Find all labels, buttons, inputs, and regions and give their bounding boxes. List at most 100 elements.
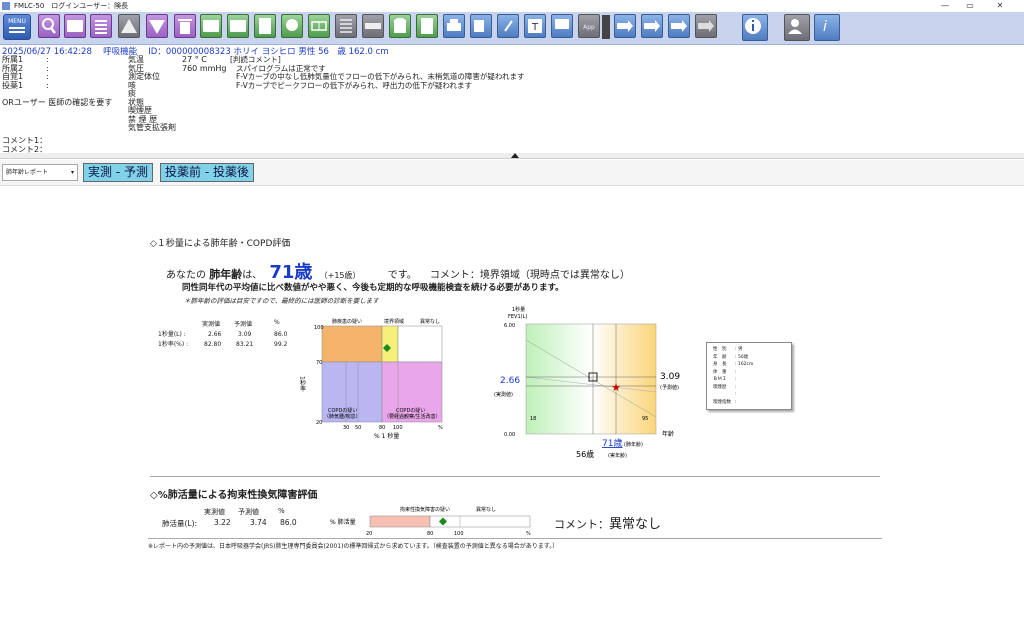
lung-age-star-icon: ★ — [611, 381, 621, 394]
row-percent: 99.2 — [274, 341, 288, 348]
patient-info-area: 2025/06/27 16:42:28 呼吸機能 ID：000000008323… — [0, 45, 1024, 153]
app-icon-label: App — [583, 24, 595, 31]
edit-or-icon[interactable] — [200, 14, 222, 38]
th-predicted: 予測値 — [234, 321, 253, 328]
add-doc-icon[interactable] — [416, 14, 438, 38]
splitter-arrow-icon — [511, 153, 519, 158]
monitor-icon[interactable] — [551, 14, 573, 38]
profile-key: ＢＭＩ — [713, 377, 727, 382]
splitter[interactable] — [0, 153, 1024, 159]
vc-th: 実測値 — [204, 508, 225, 516]
row-measured: 82.80 — [204, 341, 222, 348]
info-left-item: ORユーザー 医師の確認を要す — [2, 97, 113, 107]
menu-label: MENU — [8, 18, 26, 25]
arrow4-icon[interactable] — [695, 14, 717, 38]
print-preview-icon[interactable] — [470, 14, 492, 38]
measured-label: (実測値) — [494, 391, 513, 398]
grid-icon[interactable] — [308, 14, 330, 38]
ifno-icon[interactable]: i — [814, 14, 840, 41]
judge-line: F-Vカーブでピークフローの低下がみられ、呼出力の低下が疑われます — [236, 80, 472, 90]
close-button[interactable]: ✕ — [990, 0, 1010, 12]
copd-zone-normal — [397, 325, 443, 363]
copd-top-label: 異常なし — [420, 318, 440, 325]
age-x-left: 18 — [530, 416, 536, 422]
magnifier-icon[interactable] — [38, 14, 60, 38]
up-triangle-icon[interactable] — [118, 14, 140, 38]
copd-y-label: 70 — [316, 360, 322, 366]
report-page: ◇１秒量による肺年齢・COPD評価 あなたの 肺年齢は、 71歳 （+15歳） … — [140, 224, 890, 564]
copd-x-axis: % 1 秒量 — [374, 432, 399, 440]
copd-x-label: 100 — [393, 425, 403, 431]
vc-bar-label: % 肺活量 — [330, 518, 356, 526]
row-predicted: 3.09 — [238, 331, 252, 338]
copd-x-label: 30 — [343, 425, 349, 431]
lung-age-comment: コメント：境界領域（現時点では異常なし） — [429, 270, 630, 281]
info-label: 気管支拡張剤 — [128, 123, 176, 132]
vc-bar-chart: 拘束性換気障害の疑い 異常なし % 肺活量 20 80 100 % — [330, 506, 531, 537]
app-logo-icon — [2, 2, 10, 10]
user-icon[interactable] — [784, 14, 810, 41]
vc-zone-label: 拘束性換気障害の疑い — [400, 506, 450, 513]
copd-box1: COPDの疑い — [328, 407, 357, 414]
doc-check-icon[interactable] — [254, 14, 276, 38]
vc-th: % — [278, 507, 285, 515]
maximize-button[interactable]: ▭ — [960, 0, 980, 12]
predicted-label: (予測値) — [660, 384, 679, 391]
list2-icon[interactable] — [335, 14, 357, 38]
age-x-axis: 年齢 — [662, 430, 674, 438]
dropdown-icon[interactable] — [602, 15, 610, 39]
profile-key: 体 重 — [713, 369, 727, 375]
text-icon[interactable]: T — [524, 14, 546, 38]
row-predicted: 83.21 — [236, 341, 254, 348]
app-icon[interactable]: App — [578, 14, 600, 38]
vc-zone-restrictive — [369, 515, 431, 528]
arrow1-icon[interactable] — [614, 14, 636, 38]
clock-check-icon[interactable] — [281, 14, 303, 38]
profile-key: 年 齢 — [713, 354, 727, 360]
copd-box1b: （肺気腫/喘息） — [324, 413, 361, 420]
shirt-icon[interactable] — [389, 14, 411, 38]
fno-report-icon[interactable] — [64, 14, 86, 38]
section2-title: ◇%肺活量による拘束性換気障害評価 — [150, 490, 318, 501]
profile-key: 喫煙歴 — [713, 384, 727, 390]
report-select-value: 肺年齢レポート — [6, 169, 49, 176]
judge-comment: [判読コメント] スパイログラムは正常です F-Vカーブの中なし低肺気量位でフロ… — [230, 55, 524, 90]
real-age-value: 56歳 — [576, 449, 594, 459]
down-triangle-icon[interactable] — [146, 14, 168, 38]
arrow2-icon[interactable] — [641, 14, 663, 38]
arrow3-icon[interactable] — [668, 14, 690, 38]
lung-age-axis-label: (肺年齢) — [624, 441, 643, 448]
row-label: 1秒率(%) : — [158, 341, 189, 348]
section1-title: ◇１秒量による肺年齢・COPD評価 — [150, 239, 291, 249]
row-label: 1秒量(L) : — [158, 331, 186, 338]
age-word: 肺年齢 — [209, 268, 243, 281]
vc-measured: 3.22 — [214, 518, 231, 527]
vc-tick: 20 — [366, 531, 372, 537]
attach-icon[interactable] — [497, 14, 519, 38]
age-y-title2: FEV1(L) — [508, 314, 527, 320]
ruler-icon[interactable] — [362, 14, 384, 38]
printer-icon[interactable] — [443, 14, 465, 38]
title-bar: FMLC-50 ログインユーザー：険長 — ▭ ✕ — [0, 0, 1024, 12]
lung-age-value: 71歳 — [269, 262, 313, 283]
predicted-value: 3.09 — [660, 372, 680, 382]
menu-button[interactable]: MENU — [3, 14, 31, 40]
check-or-icon[interactable] — [227, 14, 249, 38]
chevron-down-icon: ▾ — [70, 169, 74, 176]
age-desu: です。 — [387, 270, 417, 281]
list-icon[interactable] — [90, 14, 112, 38]
trash-icon[interactable] — [174, 14, 196, 38]
advice-text: 同性同年代の平均値に比べ数値がやや悪く、今後も定期的な呼吸機能検査を続ける必要が… — [182, 283, 564, 293]
row-measured: 2.66 — [208, 331, 222, 338]
info-icon[interactable] — [742, 14, 768, 41]
copd-zone-border — [381, 325, 399, 363]
divider — [148, 538, 882, 539]
note-text: ＊肺年齢の評価は目安ですので、最終的には医師の診断を要します — [184, 297, 379, 305]
copd-y-label: 20 — [316, 420, 322, 426]
pre-post-medication-button[interactable]: 投薬前 - 投薬後 — [160, 163, 254, 182]
actual-predicted-button[interactable]: 実測 - 予測 — [83, 163, 153, 182]
report-type-select[interactable]: 肺年齢レポート ▾ — [2, 164, 78, 181]
minimize-button[interactable]: — — [935, 0, 955, 12]
info-left-colons: :::: — [46, 55, 49, 90]
measured-value: 2.66 — [500, 376, 520, 386]
